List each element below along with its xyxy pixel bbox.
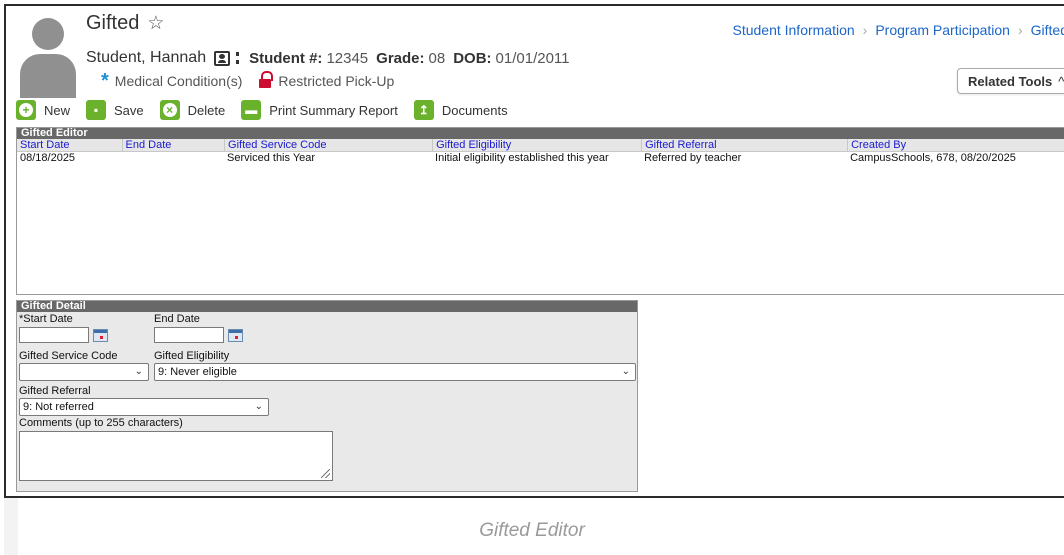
new-label: New [44,102,71,118]
service-code-select[interactable]: ⌄ [19,363,149,381]
student-number: 12345 [326,49,369,67]
cell-start-date: 08/18/2025 [20,152,76,164]
referral-value: 9: Not referred [23,401,94,413]
end-date-label: End Date [154,313,200,325]
floppy-disk-icon: ▪ [86,100,107,120]
col-service-code[interactable]: Gifted Service Code [224,139,432,151]
plus-icon: + [16,100,36,120]
comments-label: Comments (up to 255 characters) [19,417,183,429]
detail-title: Gifted Detail [17,301,637,312]
editor-header-row: Start Date End Date Gifted Service Code … [17,139,1064,152]
app-frame: Gifted ☆ Student, Hannah Student #: 1234… [4,4,1064,498]
calendar-icon[interactable] [93,329,108,342]
grade-value: 08 [428,49,446,67]
cell-created-by: CampusSchools, 678, 08/20/2025 [850,152,1016,164]
delete-x-icon: × [159,100,180,120]
breadcrumb: Student Information › Program Participat… [732,22,1064,38]
calendar-icon[interactable] [228,329,243,342]
save-label: Save [114,102,144,118]
page-title-row: Gifted ☆ [86,12,164,35]
printer-icon: ▬ [241,100,262,120]
toolbar: + New ▪ Save × Delete ▬ Print Summary Re… [16,100,524,120]
eligibility-select[interactable]: 9: Never eligible ⌄ [154,363,636,381]
documents-label: Documents [441,102,508,118]
resize-grip-icon[interactable] [321,469,330,478]
student-number-label: Student #: [249,49,323,67]
contact-card-icon[interactable] [214,50,231,66]
chevron-down-icon: ⌄ [621,366,630,377]
related-tools-label: Related Tools [968,74,1053,89]
student-name: Student, Hannah [86,49,207,66]
restricted-pickup-flag[interactable]: Restricted Pick-Up [278,73,394,89]
cell-referral: Referred by teacher [644,152,742,164]
medical-condition-flag[interactable]: Medical Condition(s) [115,73,243,89]
cell-service-code: Serviced this Year [227,152,316,164]
student-flags: * Medical Condition(s) Restricted Pick-U… [101,70,394,92]
gifted-detail-panel: Gifted Detail *Start Date End Date Gifte… [16,300,638,492]
page-title: Gifted [86,12,140,34]
chevron-down-icon: ⌄ [134,366,143,377]
editor-title: Gifted Editor [17,128,1064,139]
lock-icon [258,71,274,88]
star-icon[interactable]: ☆ [147,12,164,35]
breadcrumb-program-participation[interactable]: Program Participation [875,22,1010,38]
upload-icon: ↥ [413,100,434,120]
chevron-right-icon: › [862,22,868,38]
print-summary-button[interactable]: ▬ Print Summary Report [241,100,398,120]
grade-label: Grade: [376,49,425,67]
col-end-date[interactable]: End Date [121,139,225,151]
new-button[interactable]: + New [16,100,70,120]
col-referral[interactable]: Gifted Referral [641,139,847,151]
contact-card-dots [236,52,240,64]
dob-label: DOB: [453,49,492,67]
student-avatar [20,14,76,98]
delete-button[interactable]: × Delete [159,100,226,120]
col-created-by[interactable]: Created By [847,139,1064,151]
service-code-label: Gifted Service Code [19,350,118,362]
start-date-label: *Start Date [19,313,73,325]
cell-eligibility: Initial eligibility established this yea… [435,152,609,164]
eligibility-value: 9: Never eligible [158,366,237,378]
documents-button[interactable]: ↥ Documents [413,100,508,120]
table-row[interactable]: 08/18/2025 Serviced this Year Initial el… [17,152,1064,165]
breadcrumb-gifted[interactable]: Gifted [1031,22,1064,38]
comments-textarea[interactable] [19,431,333,481]
dob-value: 01/01/2011 [495,49,570,67]
delete-label: Delete [187,102,226,118]
print-label: Print Summary Report [269,102,398,118]
col-eligibility[interactable]: Gifted Eligibility [432,139,641,151]
chevron-right-icon: › [1017,22,1023,38]
end-date-input[interactable] [154,327,224,343]
cell-end-date [122,152,225,165]
save-button[interactable]: ▪ Save [86,100,144,120]
student-info-line: Student, Hannah Student #: 12345 Grade: … [86,49,578,67]
figure-caption: Gifted Editor [479,520,585,541]
col-start-date[interactable]: Start Date [17,139,122,151]
medical-asterisk-icon: * [101,70,109,92]
referral-label: Gifted Referral [19,385,91,397]
start-date-input[interactable] [19,327,89,343]
referral-select[interactable]: 9: Not referred ⌄ [19,398,269,416]
gifted-editor-panel: Gifted Editor Start Date End Date Gifted… [16,127,1064,295]
chevron-down-icon: ⌄ [254,401,263,412]
eligibility-label: Gifted Eligibility [154,350,230,362]
chevron-up-icon: ^ [1058,74,1064,89]
breadcrumb-student-information[interactable]: Student Information [732,22,854,38]
related-tools-button[interactable]: Related Tools ^ [957,68,1064,94]
